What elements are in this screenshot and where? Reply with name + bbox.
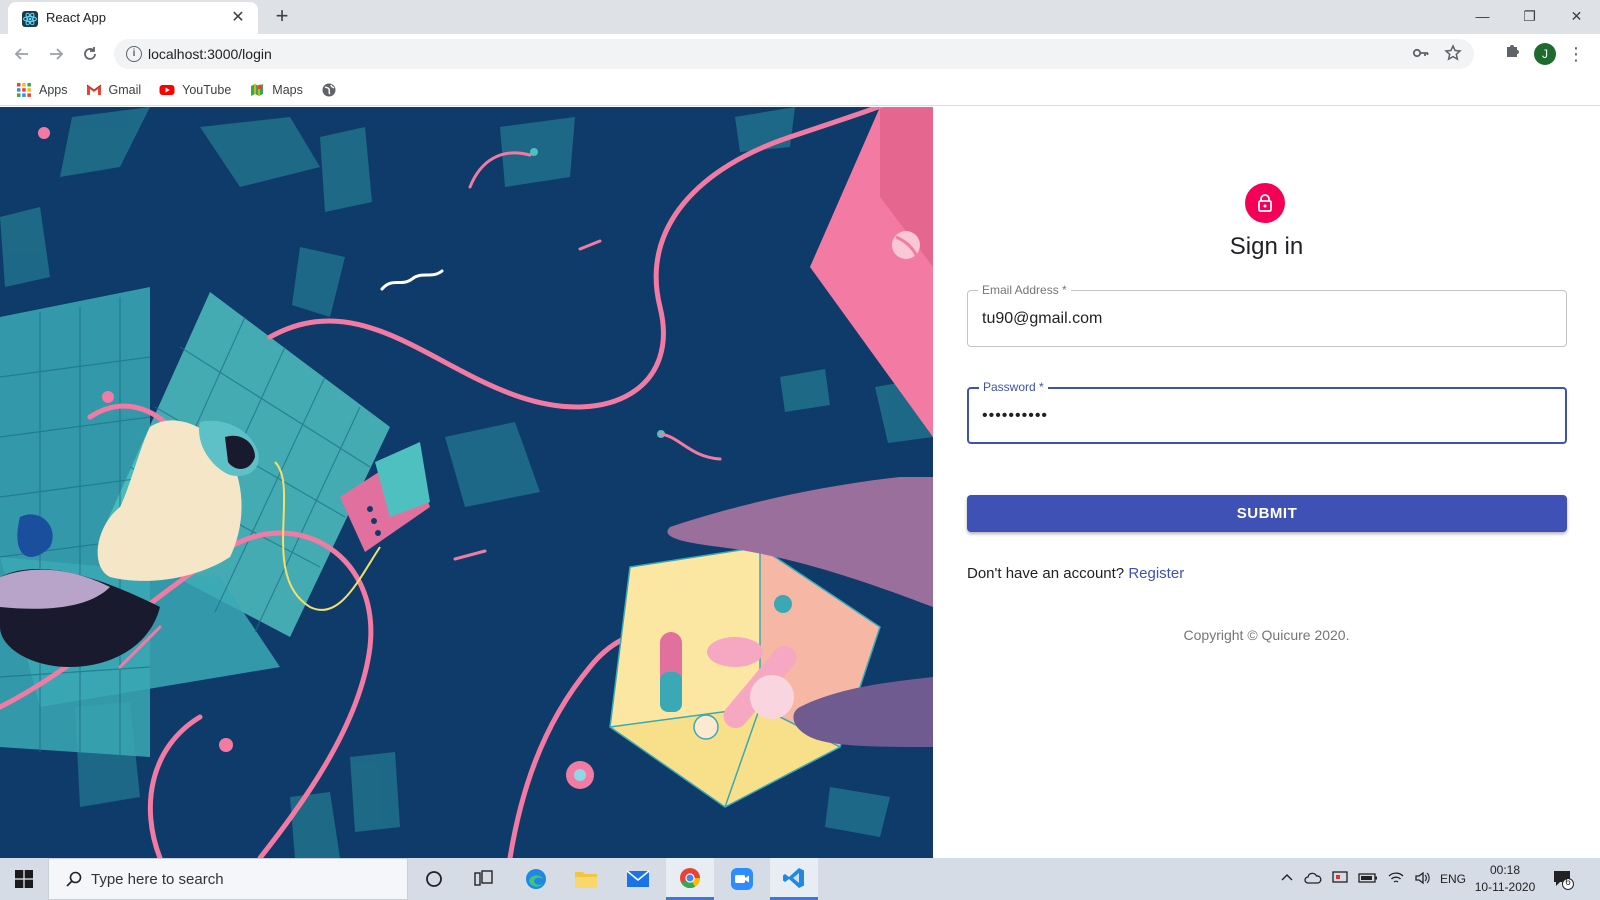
site-info-icon[interactable]: i [126, 46, 142, 62]
search-icon [66, 871, 82, 887]
cortana-circle-icon[interactable] [410, 858, 458, 900]
key-icon[interactable] [1412, 44, 1430, 66]
notification-count: 6 [1565, 877, 1571, 888]
window-controls: — ❐ ✕ [1459, 0, 1600, 32]
address-url: localhost:3000/login [148, 46, 272, 62]
clock-time: 00:18 [1489, 863, 1521, 877]
onedrive-cloud-icon[interactable] [1304, 871, 1322, 888]
email-label: Email Address * [978, 283, 1071, 297]
search-placeholder: Type here to search [91, 871, 224, 888]
lock-avatar [1245, 183, 1285, 223]
bookmark-label: Maps [272, 82, 303, 97]
bookmark-youtube[interactable]: YouTube [159, 82, 231, 98]
email-field[interactable]: Email Address * tu90@gmail.com [967, 283, 1567, 347]
display-icon[interactable] [1332, 870, 1348, 888]
sign-in-form: Sign in Email Address * tu90@gmail.com P… [933, 107, 1600, 858]
edge-browser-icon[interactable] [512, 858, 560, 900]
system-tray: ENG [1280, 858, 1466, 900]
password-value: •••••••••• [982, 407, 1049, 424]
browser-tabstrip: React App ✕ + — ❐ ✕ [0, 0, 1600, 34]
browser-toolbar: i localhost:3000/login J ⋮ [0, 34, 1600, 74]
forward-button[interactable] [44, 42, 68, 66]
start-button[interactable] [0, 858, 48, 900]
back-button[interactable] [10, 42, 34, 66]
zoom-icon[interactable] [718, 858, 766, 900]
extensions-puzzle-icon[interactable] [1500, 42, 1524, 66]
register-link[interactable]: Register [1128, 565, 1184, 582]
youtube-icon [159, 82, 175, 98]
hero-illustration [0, 107, 933, 858]
login-page: Sign in Email Address * tu90@gmail.com P… [0, 107, 1600, 858]
react-favicon-icon [22, 11, 38, 27]
lock-icon [1258, 194, 1272, 212]
bookmark-maps[interactable]: Maps [249, 82, 303, 98]
restore-button[interactable]: ❐ [1506, 0, 1553, 32]
browser-tab[interactable]: React App ✕ [8, 2, 258, 34]
apps-grid-icon [16, 82, 32, 98]
profile-avatar[interactable]: J [1534, 43, 1556, 65]
file-explorer-icon[interactable] [562, 858, 610, 900]
task-view-icon[interactable] [460, 858, 508, 900]
maps-icon [249, 82, 265, 98]
volume-icon[interactable] [1414, 871, 1430, 888]
star-bookmark-icon[interactable] [1444, 44, 1462, 66]
tab-close-icon[interactable]: ✕ [228, 8, 248, 28]
bookmark-label: YouTube [182, 82, 232, 97]
taskbar-search-input[interactable]: Type here to search [48, 858, 408, 900]
bookmark-gmail[interactable]: Gmail [86, 82, 142, 98]
tab-title: React App [46, 10, 106, 25]
battery-icon[interactable] [1358, 872, 1378, 887]
chrome-icon[interactable] [666, 858, 714, 900]
clock-date: 10-11-2020 [1474, 880, 1536, 894]
submit-button[interactable]: SUBMIT [967, 495, 1567, 532]
mail-icon[interactable] [614, 858, 662, 900]
bookmark-globe[interactable] [321, 82, 337, 98]
notification-center-icon[interactable]: 6 [1552, 868, 1574, 890]
close-window-button[interactable]: ✕ [1553, 0, 1600, 32]
minimize-button[interactable]: — [1459, 0, 1506, 32]
globe-icon [321, 82, 337, 98]
password-field[interactable]: Password * •••••••••• [967, 380, 1567, 444]
windows-logo-icon [15, 870, 33, 888]
vscode-icon[interactable] [770, 858, 818, 900]
bookmarks-bar: Apps Gmail YouTube Maps [0, 74, 1600, 106]
language-indicator[interactable]: ENG [1440, 872, 1466, 886]
bookmark-label: Gmail [108, 82, 142, 97]
page-title: Sign in [1229, 233, 1304, 260]
address-bar[interactable]: i localhost:3000/login [114, 39, 1474, 69]
reload-button[interactable] [78, 42, 102, 66]
email-value: tu90@gmail.com [982, 310, 1103, 327]
copyright-text: Copyright © Quicure 2020. [1183, 627, 1350, 643]
arrow-right-icon [50, 48, 64, 60]
clock[interactable]: 00:18 10-11-2020 [1470, 862, 1540, 896]
new-tab-button[interactable]: + [270, 5, 294, 29]
bookmark-label: Apps [39, 82, 68, 97]
browser-menu-icon[interactable]: ⋮ [1566, 42, 1586, 66]
chevron-up-icon[interactable] [1280, 871, 1294, 888]
register-prompt: Don't have an account? Register [967, 565, 1184, 582]
gmail-icon [86, 82, 102, 98]
wifi-icon[interactable] [1388, 871, 1404, 888]
windows-taskbar: Type here to search ENG 00:18 10-11-2020… [0, 858, 1600, 900]
reload-icon [84, 47, 96, 60]
arrow-left-icon [14, 48, 28, 60]
no-account-text: Don't have an account? [967, 565, 1125, 582]
password-label: Password * [979, 380, 1048, 394]
bookmark-apps[interactable]: Apps [16, 82, 68, 98]
